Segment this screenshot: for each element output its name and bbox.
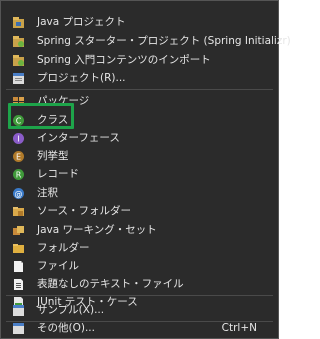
- menu-item-other[interactable]: その他(O)... Ctrl+N: [5, 319, 273, 338]
- menu-item-label: 注釈: [37, 187, 58, 199]
- menu-item-label: 表題なしのテキスト・ファイル: [37, 278, 184, 290]
- menu-item-annotation[interactable]: @ 注釈: [5, 184, 273, 203]
- spring-starter-project-icon: [12, 35, 25, 48]
- annotation-icon: @: [12, 187, 25, 200]
- working-set-icon: [12, 224, 25, 237]
- menu-item-enum[interactable]: E 列挙型: [5, 147, 273, 166]
- untitled-text-file-icon: [12, 278, 25, 291]
- menu-item-source-folder[interactable]: ソース・フォルダー: [5, 202, 273, 221]
- java-project-icon: [12, 16, 25, 29]
- menu-item-untitled-text-file[interactable]: 表題なしのテキスト・ファイル: [5, 275, 273, 294]
- menu-item-label: プロジェクト(R)...: [37, 72, 126, 84]
- menu-item-label: Spring 入門コンテンツのインポート: [37, 54, 211, 66]
- menu-item-file[interactable]: ファイル: [5, 257, 273, 276]
- menu-item-interface[interactable]: I インターフェース: [5, 129, 273, 148]
- menu-item-java-project[interactable]: Java プロジェクト: [5, 13, 273, 32]
- enum-icon: E: [12, 150, 25, 163]
- other-icon: [12, 322, 25, 335]
- menu-item-label: 列挙型: [37, 150, 69, 162]
- new-wizard-menu: Java プロジェクト Spring スターター・プロジェクト (Spring …: [0, 0, 291, 339]
- menu-separator: [6, 89, 273, 90]
- svg-text:I: I: [17, 135, 19, 144]
- menu-item-label: Java プロジェクト: [37, 16, 126, 28]
- menu-item-spring-starter-project[interactable]: Spring スターター・プロジェクト (Spring Initializr): [5, 32, 291, 51]
- menu-item-shortcut: Ctrl+N: [221, 322, 257, 334]
- menu-item-label: Spring スターター・プロジェクト (Spring Initializr): [37, 35, 291, 47]
- menu-item-label: サンプル(X)...: [37, 304, 105, 316]
- project-icon: [12, 72, 25, 85]
- folder-icon: [12, 242, 25, 255]
- svg-text:@: @: [15, 190, 23, 199]
- svg-text:E: E: [16, 153, 21, 162]
- record-icon: R: [12, 168, 25, 181]
- menu-item-record[interactable]: R レコード: [5, 165, 273, 184]
- menu-item-label: その他(O)...: [37, 322, 95, 334]
- file-icon: [12, 260, 25, 273]
- menu-item-label: フォルダー: [37, 242, 90, 254]
- menu-item-label: レコード: [37, 168, 79, 180]
- interface-icon: I: [12, 132, 25, 145]
- spring-import-content-icon: [12, 54, 25, 67]
- menu-item-spring-import-content[interactable]: Spring 入門コンテンツのインポート: [5, 51, 273, 70]
- menu-item-project[interactable]: プロジェクト(R)...: [5, 69, 273, 88]
- menu-separator: [6, 295, 273, 296]
- menu-item-label: インターフェース: [37, 132, 120, 144]
- menu-item-working-set[interactable]: Java ワーキング・セット: [5, 221, 273, 240]
- menu-item-label: Java ワーキング・セット: [37, 224, 157, 236]
- menu-item-label: ソース・フォルダー: [37, 205, 131, 217]
- menu-item-example[interactable]: サンプル(X)...: [5, 301, 273, 320]
- class-item-highlight: [8, 103, 74, 129]
- menu-item-label: ファイル: [37, 260, 79, 272]
- menu-item-folder[interactable]: フォルダー: [5, 239, 273, 258]
- svg-text:R: R: [16, 171, 22, 180]
- source-folder-icon: [12, 205, 25, 218]
- example-icon: [12, 304, 25, 317]
